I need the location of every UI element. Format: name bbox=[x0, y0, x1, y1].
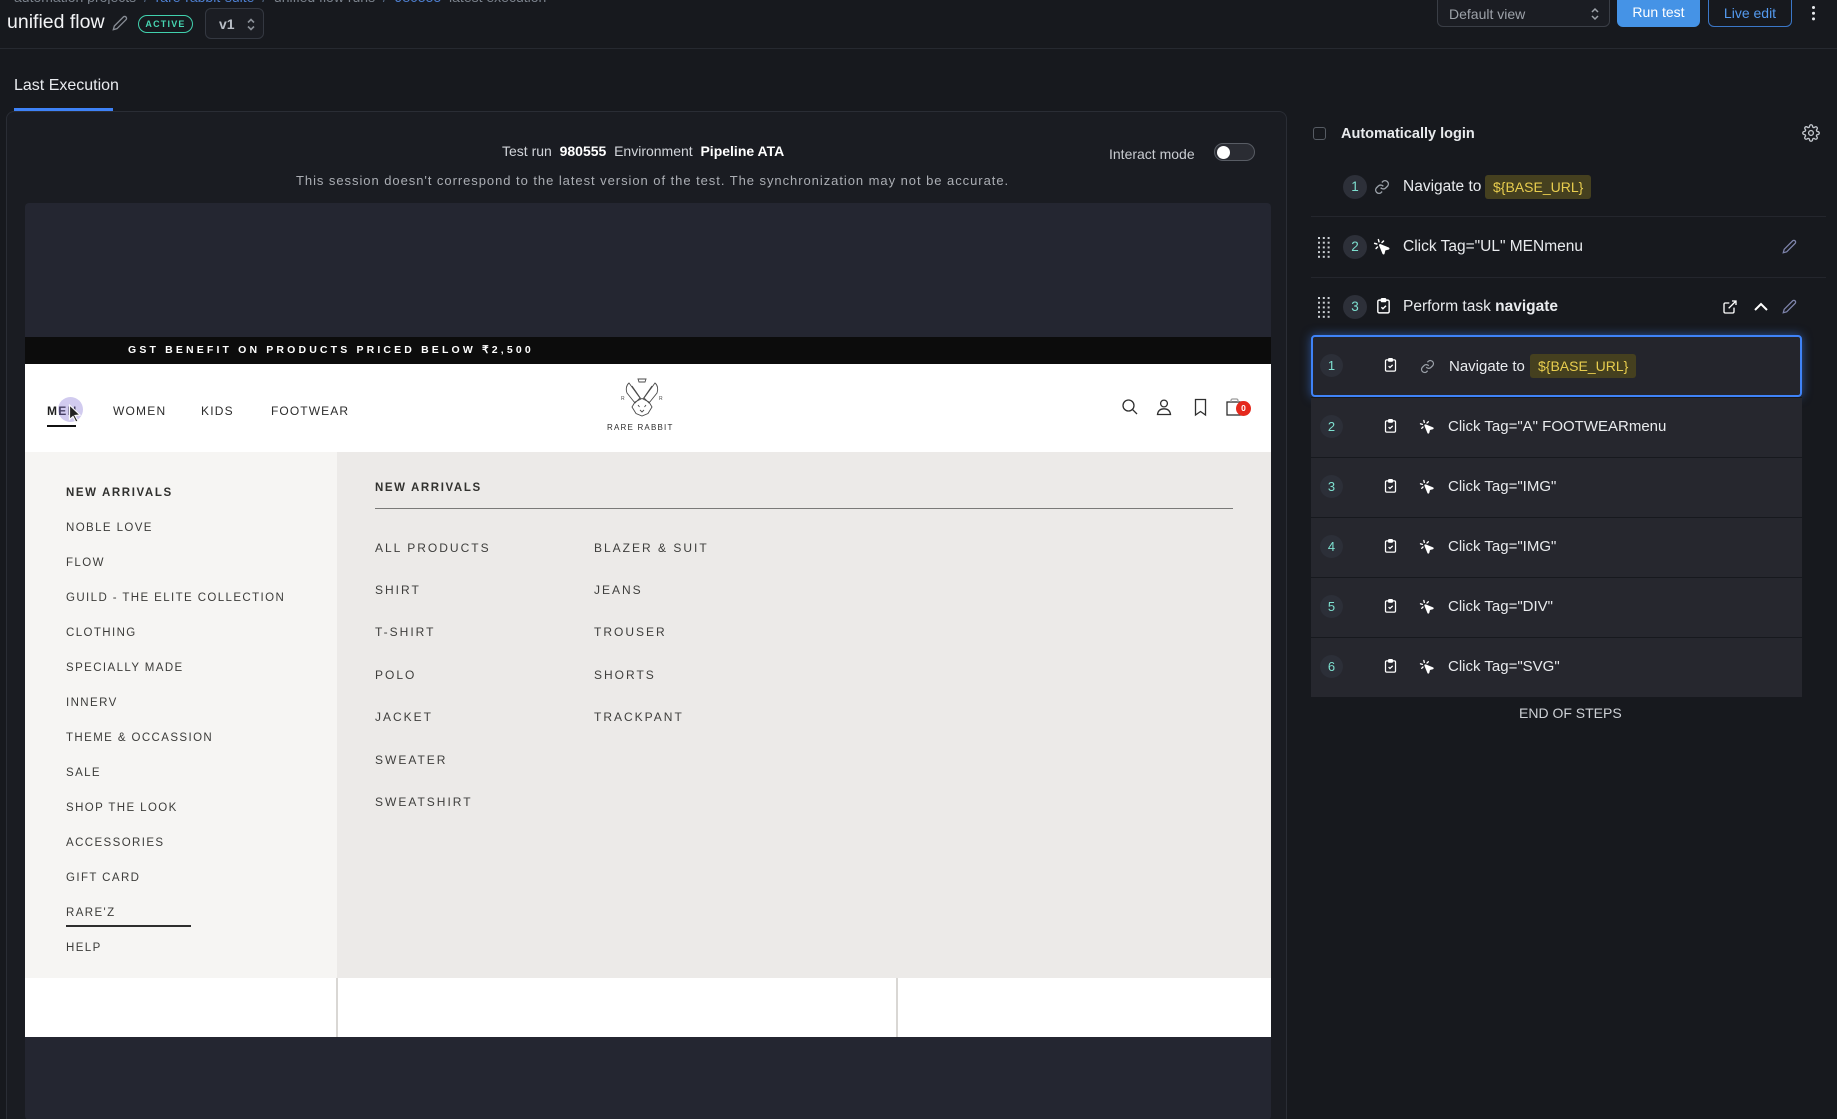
svg-text:R: R bbox=[621, 396, 625, 402]
svg-text:R: R bbox=[659, 396, 663, 402]
